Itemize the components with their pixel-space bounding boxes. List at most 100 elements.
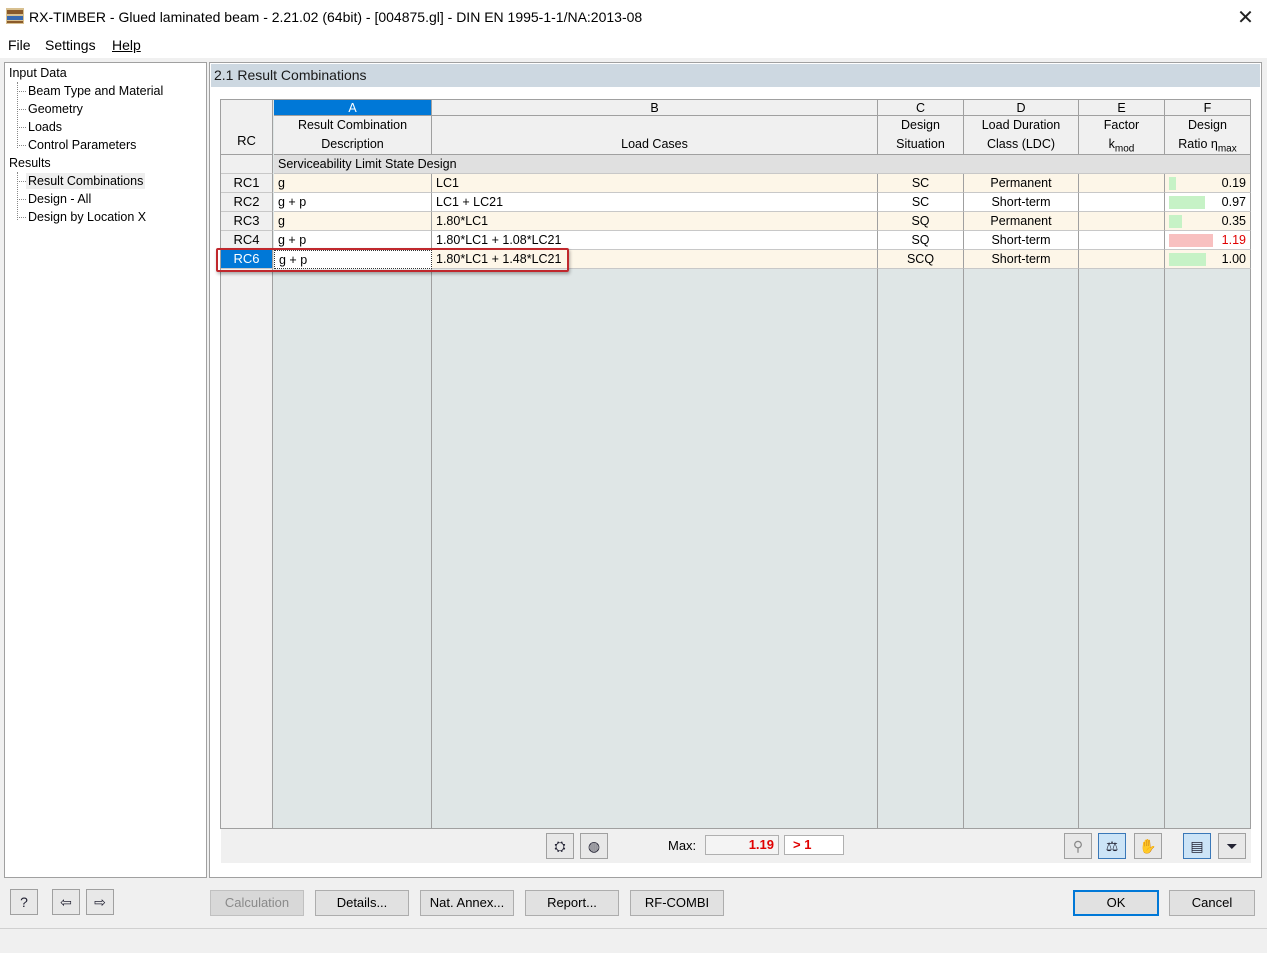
- excel-export-button[interactable]: ▤: [1183, 833, 1211, 859]
- tree-results[interactable]: Results: [7, 155, 53, 171]
- cell-desc[interactable]: g: [274, 174, 432, 193]
- app-icon: [6, 8, 24, 24]
- column-header-d[interactable]: D: [964, 100, 1079, 116]
- cell-ratio[interactable]: 0.35: [1165, 212, 1251, 231]
- cell-load-cases[interactable]: LC1: [432, 174, 878, 193]
- tree-design-all[interactable]: Design - All: [26, 191, 93, 207]
- cell-ldc[interactable]: Permanent: [964, 174, 1079, 193]
- tree-connector: [17, 181, 26, 182]
- column-label-c: Design Situation: [878, 116, 964, 155]
- column-header-f[interactable]: F: [1165, 100, 1251, 116]
- menu-settings[interactable]: Settings: [45, 37, 96, 53]
- cell-situation[interactable]: SQ: [878, 231, 964, 250]
- graphics-icon: ⛭: [554, 837, 566, 854]
- column-divider: [431, 269, 432, 828]
- cell-desc[interactable]: g: [274, 212, 432, 231]
- details-button[interactable]: Details...: [315, 890, 409, 916]
- cell-situation[interactable]: SC: [878, 193, 964, 212]
- cell-ratio[interactable]: 0.19: [1165, 174, 1251, 193]
- rf-combi-button[interactable]: RF-COMBI: [630, 890, 724, 916]
- ratio-value: 0.35: [1221, 214, 1246, 228]
- close-button[interactable]: ✕: [1224, 0, 1267, 34]
- menu-file[interactable]: File: [8, 37, 31, 53]
- cell-situation[interactable]: SQ: [878, 212, 964, 231]
- row-header-rc3[interactable]: RC3: [221, 212, 273, 231]
- ratio-value: 1.00: [1221, 252, 1246, 266]
- tree-connector: [17, 127, 26, 128]
- tree-control-parameters[interactable]: Control Parameters: [26, 137, 138, 153]
- kmod-subscript: mod: [1114, 143, 1135, 155]
- ratio-symbol: Ratio η: [1178, 137, 1218, 151]
- tree-result-combinations[interactable]: Result Combinations: [26, 173, 146, 189]
- cell-ratio[interactable]: 1.19: [1165, 231, 1251, 250]
- cell-desc[interactable]: g + p: [274, 193, 432, 212]
- nat-annex-button[interactable]: Nat. Annex...: [420, 890, 514, 916]
- cell-ldc[interactable]: Short-term: [964, 250, 1079, 269]
- tree-input-data[interactable]: Input Data: [7, 65, 69, 81]
- column-header-e[interactable]: E: [1079, 100, 1165, 116]
- cell-ratio[interactable]: 1.00: [1165, 250, 1251, 269]
- report-button[interactable]: Report...: [525, 890, 619, 916]
- table-row[interactable]: g + p LC1 + LC21 SC Short-term 0.97: [274, 193, 1251, 212]
- table-row[interactable]: g 1.80*LC1 SQ Permanent 0.35: [274, 212, 1251, 231]
- arrow-right-icon: ⇨: [94, 893, 106, 910]
- cell-kmod[interactable]: [1079, 231, 1165, 250]
- tree-connector: [17, 217, 26, 218]
- column-header-b[interactable]: B: [432, 100, 878, 116]
- cell-load-cases[interactable]: 1.80*LC1: [432, 212, 878, 231]
- row-header-rc2[interactable]: RC2: [221, 193, 273, 212]
- menu-bar: File Settings Help: [0, 34, 1267, 58]
- relative-scale-button[interactable]: ⚖: [1098, 833, 1126, 859]
- cell-ldc[interactable]: Short-term: [964, 231, 1079, 250]
- arrow-left-icon: ⇦: [60, 893, 72, 910]
- previous-button[interactable]: ⇦: [52, 889, 80, 915]
- highlight-frame: [216, 248, 569, 272]
- menu-help[interactable]: Help: [112, 37, 141, 53]
- column-divider: [877, 269, 878, 828]
- row-header-rc1[interactable]: RC1: [221, 174, 273, 193]
- window-title: RX-TIMBER - Glued laminated beam - 2.21.…: [29, 9, 643, 25]
- cell-load-cases[interactable]: LC1 + LC21: [432, 193, 878, 212]
- help-button[interactable]: ?: [10, 889, 38, 915]
- pin-icon: ⚲: [1072, 837, 1084, 854]
- panel-header: [211, 64, 1260, 87]
- table-row[interactable]: g LC1 SC Permanent 0.19: [274, 174, 1251, 193]
- group-row-header: [221, 155, 273, 174]
- show-graphics-button[interactable]: ⛭: [546, 833, 574, 859]
- cell-ratio[interactable]: 0.97: [1165, 193, 1251, 212]
- show-colors-button[interactable]: ◍: [580, 833, 608, 859]
- tree-beam-type[interactable]: Beam Type and Material: [26, 83, 165, 99]
- filter-over-one-button[interactable]: ⏷: [1218, 833, 1246, 859]
- cell-ldc[interactable]: Short-term: [964, 193, 1079, 212]
- column-header-c[interactable]: C: [878, 100, 964, 116]
- ok-button[interactable]: OK: [1073, 890, 1159, 916]
- tree-design-by-location[interactable]: Design by Location X: [26, 209, 148, 225]
- cell-ldc[interactable]: Permanent: [964, 212, 1079, 231]
- tree-geometry[interactable]: Geometry: [26, 101, 85, 117]
- next-button[interactable]: ⇨: [86, 889, 114, 915]
- ratio-value: 0.97: [1221, 195, 1246, 209]
- ratio-subscript: max: [1217, 143, 1237, 155]
- ratio-value: 1.19: [1221, 233, 1246, 247]
- cell-kmod[interactable]: [1079, 193, 1165, 212]
- column-label-e-line1: Factor: [1103, 118, 1140, 132]
- column-label-f-line1: Design: [1188, 118, 1227, 132]
- cell-kmod[interactable]: [1079, 250, 1165, 269]
- tree-connector: [17, 109, 26, 110]
- cell-situation[interactable]: SC: [878, 174, 964, 193]
- cell-kmod[interactable]: [1079, 174, 1165, 193]
- cell-situation[interactable]: SCQ: [878, 250, 964, 269]
- calculation-button[interactable]: Calculation: [210, 890, 304, 916]
- column-header-a[interactable]: A: [274, 100, 432, 116]
- scale-icon: ⚖: [1105, 837, 1119, 854]
- tree-loads[interactable]: Loads: [26, 119, 64, 135]
- cancel-button[interactable]: Cancel: [1169, 890, 1255, 916]
- ratio-bar: [1169, 253, 1206, 266]
- column-label-d-line2: Class (LDC): [986, 137, 1056, 151]
- max-value: 1.19: [705, 835, 779, 855]
- ratio-value: 0.19: [1221, 176, 1246, 190]
- view-button[interactable]: ✋: [1134, 833, 1162, 859]
- column-label-d-line1: Load Duration: [981, 118, 1061, 132]
- cell-kmod[interactable]: [1079, 212, 1165, 231]
- filter-button[interactable]: ⚲: [1064, 833, 1092, 859]
